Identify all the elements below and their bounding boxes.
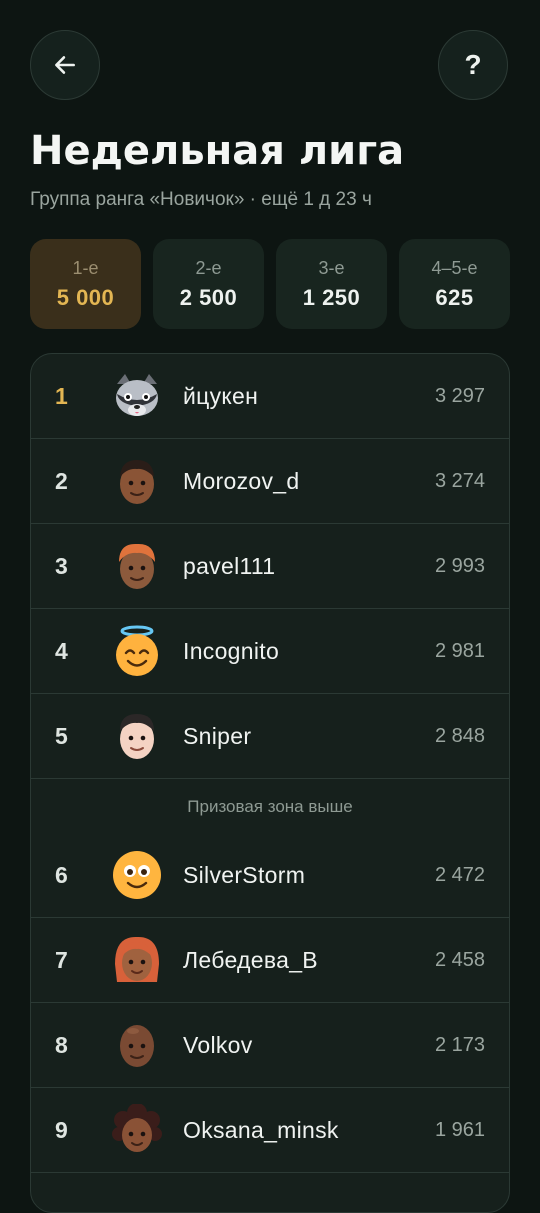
prize-amount: 625	[435, 284, 474, 310]
player-score: 3 274	[434, 469, 485, 492]
man-light-avatar-icon	[111, 710, 163, 762]
prize-amount: 5 000	[56, 284, 115, 310]
player-name: Morozov_d	[183, 467, 300, 494]
prize-place: 3-е	[318, 257, 345, 278]
player-score: 2 458	[434, 948, 485, 971]
raccoon-avatar-icon	[111, 370, 163, 422]
woman-curly-hair-avatar-icon	[111, 1104, 163, 1156]
leaderboard-row[interactable]: 6 SilverStorm 2 472	[31, 833, 509, 918]
player-name: Volkov	[183, 1031, 253, 1058]
leaderboard-row[interactable]: 1 йцукен 3 297	[31, 354, 509, 439]
man-dark-hair-avatar-icon	[111, 455, 163, 507]
rank-number: 4	[55, 637, 68, 664]
player-name: Лебедева_В	[183, 946, 318, 973]
help-button[interactable]: ?	[438, 30, 508, 100]
prize-place: 2-е	[195, 257, 222, 278]
rank-number: 8	[55, 1031, 68, 1058]
prize-place: 1-е	[72, 257, 99, 278]
rank-number: 2	[55, 467, 68, 494]
player-name: Sniper	[183, 722, 252, 749]
rank-number: 5	[55, 722, 68, 749]
prize-tier-4-5: 4–5-е 625	[399, 239, 510, 329]
player-score: 2 848	[434, 724, 485, 747]
angel-smiley-icon	[111, 625, 163, 677]
prize-amount: 1 250	[302, 284, 361, 310]
player-score: 2 993	[434, 554, 485, 577]
player-name: pavel111	[183, 552, 276, 579]
prize-zone-divider: Призовая зона выше	[187, 797, 353, 816]
leaderboard-row[interactable]: 9 Oksana_minsk 1 961	[31, 1088, 509, 1173]
man-red-hair-avatar-icon	[111, 540, 163, 592]
prize-tiers: 1-е 5 000 2-е 2 500 3-е 1 250 4–5-е 625	[30, 239, 510, 329]
man-bald-avatar-icon	[111, 1019, 163, 1071]
player-name: йцукен	[183, 382, 259, 409]
page-title: Недельная лига	[30, 128, 405, 174]
woman-red-hair-avatar-icon	[111, 934, 163, 986]
leaderboard-row[interactable]: 4 Incognito 2 981	[31, 609, 509, 694]
leaderboard-row[interactable]: 2 Morozov_d 3 274	[31, 439, 509, 524]
player-name: SilverStorm	[183, 861, 306, 888]
leaderboard-row[interactable]: 3 pavel111 2 993	[31, 524, 509, 609]
arrow-left-icon	[55, 56, 75, 74]
leaderboard-row[interactable]: 7 Лебедева_В 2 458	[31, 918, 509, 1003]
player-score: 1 961	[434, 1118, 485, 1141]
help-icon: ?	[464, 49, 482, 80]
smiley-face-icon	[111, 849, 163, 901]
prize-place: 4–5-е	[431, 257, 478, 278]
rank-number: 9	[55, 1116, 68, 1143]
player-score: 2 981	[434, 639, 485, 662]
player-name: Incognito	[183, 637, 280, 664]
leaderboard: 1 йцукен 3 297 2 Morozov_d 3 274 3 pavel…	[30, 353, 510, 1213]
rank-number: 7	[55, 946, 68, 973]
prize-amount: 2 500	[179, 284, 238, 310]
rank-number: 1	[55, 382, 68, 409]
league-subtitle: Группа ранга «Новичок» · ещё 1 д 23 ч	[30, 189, 372, 210]
leaderboard-row[interactable]: 8 Volkov 2 173	[31, 1003, 509, 1088]
player-score: 3 297	[434, 384, 485, 407]
back-button[interactable]	[30, 30, 100, 100]
prize-tier-2: 2-е 2 500	[153, 239, 264, 329]
prize-tier-1: 1-е 5 000	[30, 239, 141, 329]
player-score: 2 173	[434, 1033, 485, 1056]
leaderboard-row[interactable]: 5 Sniper 2 848	[31, 694, 509, 779]
rank-number: 3	[55, 552, 68, 579]
player-name: Oksana_minsk	[183, 1116, 339, 1143]
rank-number: 6	[55, 861, 68, 888]
player-score: 2 472	[434, 863, 485, 886]
prize-tier-3: 3-е 1 250	[276, 239, 387, 329]
